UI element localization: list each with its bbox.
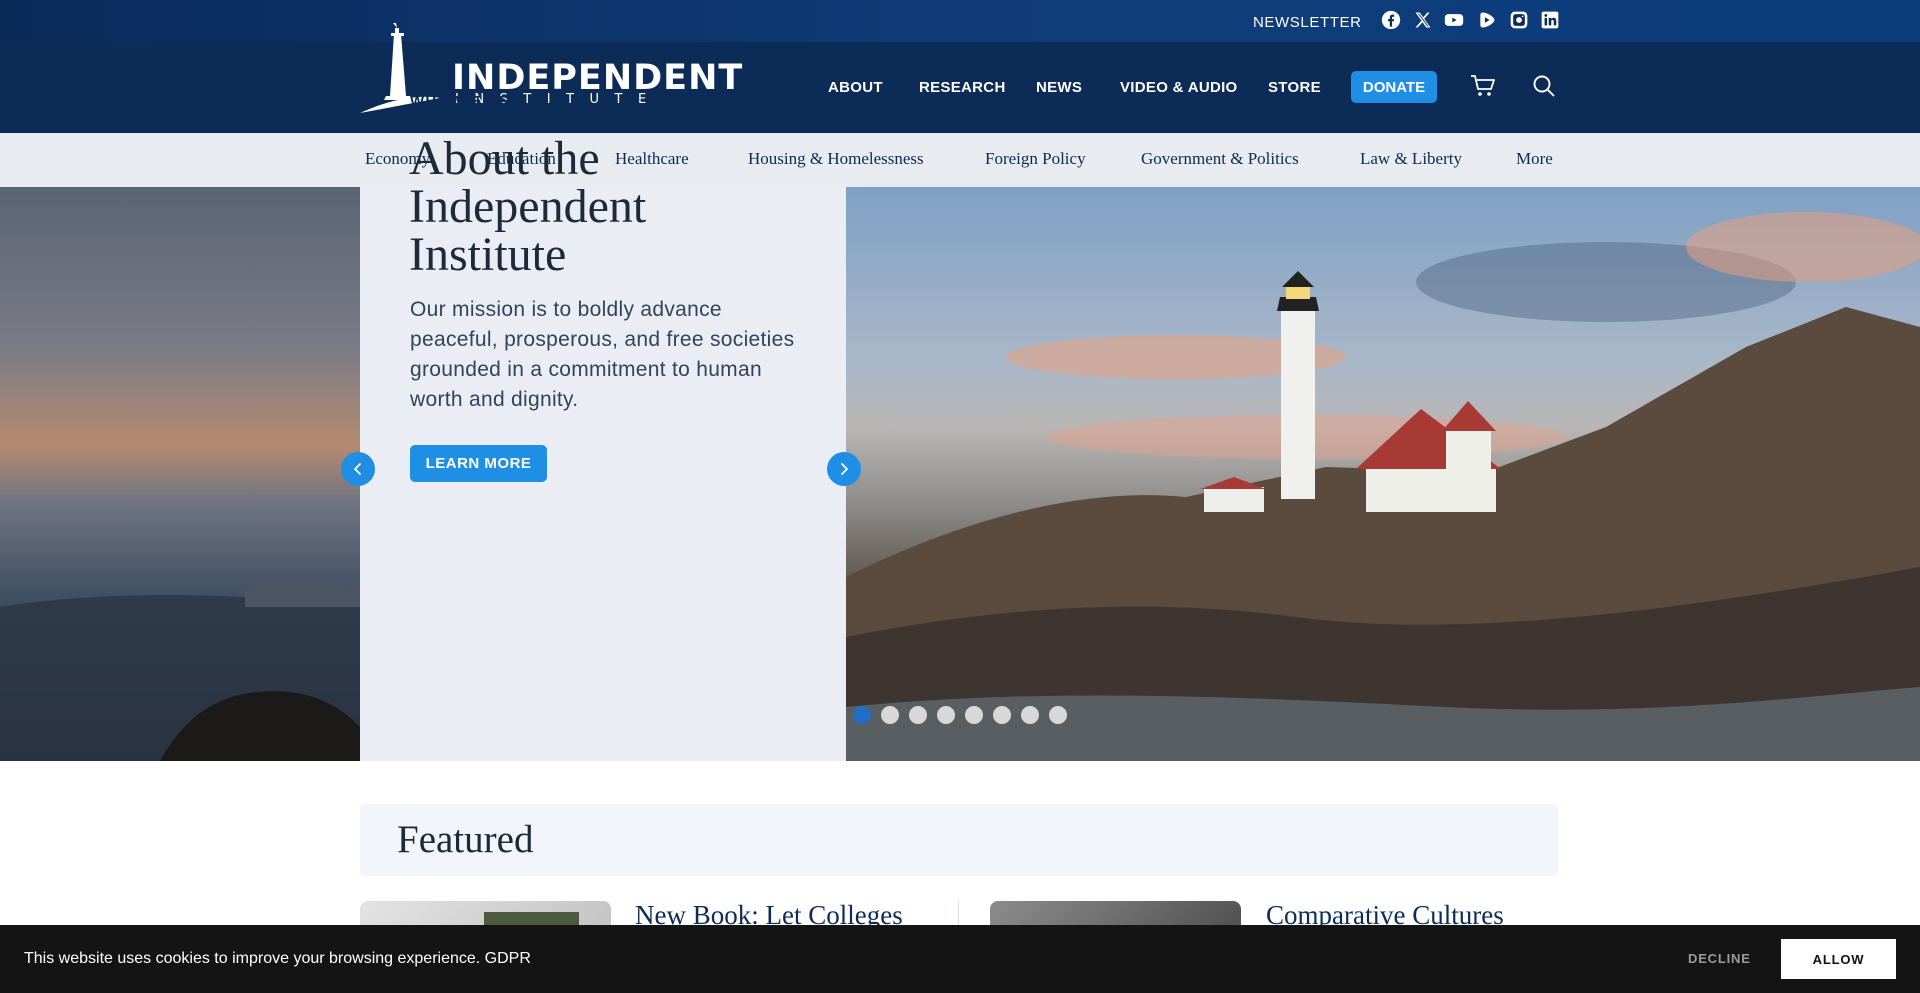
instagram-icon[interactable] [1509,10,1529,30]
utility-bar [0,0,1920,42]
carousel-next-button[interactable] [827,452,861,486]
newsletter-link[interactable]: NEWSLETTER [1253,14,1362,31]
carousel-dot-4[interactable] [937,706,955,724]
rumble-icon[interactable] [1477,10,1497,30]
carousel-indicators [853,706,1067,724]
category-government[interactable]: Government & Politics [1141,149,1299,169]
nav-about[interactable]: ABOUT [828,79,883,96]
donate-button[interactable]: DONATE [1351,71,1437,103]
chevron-left-icon [354,463,361,475]
linkedin-icon[interactable] [1540,10,1560,30]
category-foreign-policy[interactable]: Foreign Policy [985,149,1086,169]
cookie-message: This website uses cookies to improve you… [24,950,531,967]
cart-icon[interactable] [1469,73,1497,99]
logo-wordmark: INDEPENDENT [452,58,744,98]
nav-video-audio[interactable]: VIDEO & AUDIO [1120,79,1238,96]
carousel-dot-3[interactable] [909,706,927,724]
hero-image-lighthouse [846,187,1920,761]
nav-news[interactable]: NEWS [1036,79,1082,96]
hero-title: About the Independent Institute [409,132,647,281]
hero-eyebrow: WHO WE ARE [410,93,523,110]
carousel-dot-6[interactable] [993,706,1011,724]
cookie-decline-button[interactable]: DECLINE [1688,951,1751,966]
carousel-dot-1[interactable] [853,706,871,724]
facebook-icon[interactable] [1381,10,1401,30]
nav-store[interactable]: STORE [1268,79,1321,96]
carousel-dot-5[interactable] [965,706,983,724]
featured-header-band [360,804,1559,876]
carousel-dot-7[interactable] [1021,706,1039,724]
carousel-prev-button[interactable] [341,452,375,486]
hero-description: Our mission is to boldly advance peacefu… [410,298,795,411]
category-housing[interactable]: Housing & Homelessness [748,149,924,169]
cookie-allow-button[interactable]: ALLOW [1781,939,1896,979]
youtube-icon[interactable] [1444,10,1464,30]
carousel-dot-2[interactable] [881,706,899,724]
site-header [0,0,1920,133]
carousel-dot-8[interactable] [1049,706,1067,724]
category-law[interactable]: Law & Liberty [1360,149,1462,169]
featured-title: Featured [397,818,534,861]
category-bar [0,133,1920,187]
learn-more-button[interactable]: LEARN MORE [410,445,547,482]
chevron-right-icon [841,463,848,475]
x-icon[interactable] [1413,10,1433,30]
hero-background-seascape [0,187,360,761]
category-more[interactable]: More [1516,149,1553,169]
nav-research[interactable]: RESEARCH [919,79,1006,96]
hero-carousel [0,187,1920,761]
search-icon[interactable] [1530,73,1558,99]
